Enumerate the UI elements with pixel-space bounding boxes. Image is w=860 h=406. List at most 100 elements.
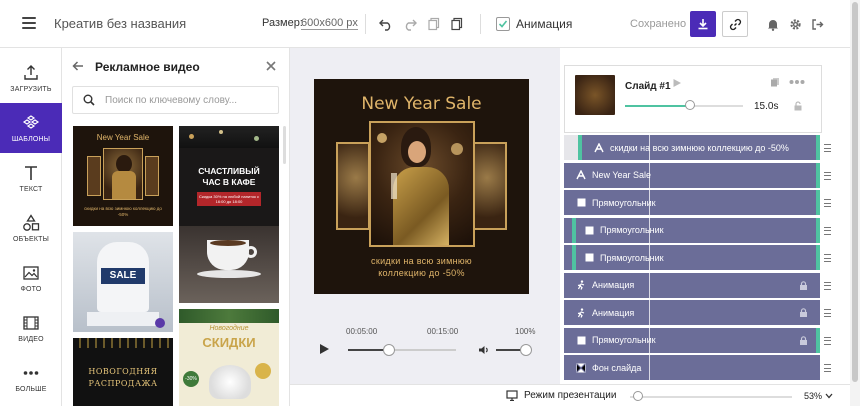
panel-scrollbar[interactable] [283, 126, 286, 164]
size-value[interactable]: 600x600 px [301, 17, 358, 30]
layer-label: New Year Sale [592, 170, 652, 180]
canvas-subtitle[interactable]: скидки на всю зимнюю коллекцию до -50% [314, 255, 529, 279]
document-title[interactable]: Креатив без названия [54, 16, 186, 31]
app-root: Креатив без названия Размер: 600x600 px … [0, 0, 860, 406]
rail-item-video[interactable]: ВИДЕО [0, 303, 62, 353]
rail-item-upload[interactable]: ЗАГРУЗИТЬ [0, 53, 62, 103]
redo-icon[interactable] [400, 14, 420, 34]
drag-handle-icon[interactable] [824, 364, 831, 372]
drag-handle-icon[interactable] [824, 281, 831, 290]
undo-icon[interactable] [376, 14, 396, 34]
template-new-year-sale-ru[interactable]: НОВОГОДНЯЯ РАСПРОДАЖА [73, 338, 173, 406]
layer-row-bg[interactable]: Фон слайда [564, 355, 820, 380]
page-scrollbar[interactable] [850, 0, 860, 406]
chevron-down-icon[interactable] [825, 393, 833, 399]
rail-item-more[interactable]: БОЛЬШЕ [0, 353, 62, 403]
template-new-year-discounts[interactable]: Новогодние СКИДКИ -30% [179, 309, 279, 406]
layer-row-rect[interactable]: Прямоугольник [564, 245, 820, 270]
lock-icon[interactable] [799, 280, 808, 292]
download-button[interactable] [690, 11, 716, 37]
page-scrollbar-thumb[interactable] [852, 2, 858, 382]
layer-timing-handle[interactable] [816, 135, 820, 160]
lock-icon[interactable] [799, 308, 808, 319]
layer-row-rect[interactable]: Прямоугольник [564, 217, 820, 243]
slide-thumbnail[interactable] [575, 75, 615, 115]
layer-row-text[interactable]: New Year Sale [564, 162, 820, 188]
layer-row-rect[interactable]: Прямоугольник [564, 190, 820, 215]
main-photo[interactable] [369, 121, 475, 247]
gear-icon[interactable] [785, 14, 805, 34]
unlock-icon[interactable] [793, 101, 803, 111]
duplicate-icon[interactable] [770, 77, 780, 87]
copy-icon[interactable] [424, 14, 444, 34]
slide-card[interactable]: Слайд #1 15.0s [564, 65, 822, 133]
layer-row-rect[interactable]: Прямоугольник [564, 327, 820, 353]
side-photo-right[interactable] [473, 142, 507, 230]
design-canvas[interactable]: New Year Sale скидки на всю зимнюю колле… [314, 79, 529, 294]
premium-badge-icon [155, 318, 165, 328]
volume-knob[interactable] [520, 344, 532, 356]
animation-label: Анимация [516, 17, 573, 31]
zoom-knob[interactable] [633, 391, 644, 401]
play-slide-icon[interactable] [672, 78, 682, 88]
template-sale[interactable]: SALE [73, 232, 173, 332]
layer-row-anim[interactable]: Анимация [564, 300, 820, 325]
drag-handle-icon[interactable] [824, 171, 831, 180]
layer-timing-handle[interactable] [572, 217, 576, 243]
animation-checkbox[interactable] [496, 17, 510, 31]
drag-handle-icon[interactable] [824, 336, 831, 345]
layer-timing-handle[interactable] [816, 190, 820, 215]
animation-icon [576, 307, 586, 318]
more-options-icon[interactable] [789, 79, 805, 85]
paste-icon[interactable] [447, 14, 467, 34]
layer-timing-handle[interactable] [816, 327, 820, 353]
share-link-button[interactable] [722, 11, 748, 37]
volume-icon[interactable] [478, 344, 490, 356]
lock-icon[interactable] [799, 335, 808, 347]
drag-handle-icon[interactable] [824, 144, 831, 152]
progress-knob[interactable] [383, 344, 396, 356]
side-photo-left[interactable] [336, 142, 370, 230]
rail-item-photo[interactable]: ФОТО [0, 253, 62, 303]
download-icon [698, 19, 708, 30]
layer-row-text[interactable]: скидки на всю зимнюю коллекцию до -50% [582, 135, 820, 160]
menu-icon[interactable] [22, 17, 36, 29]
search-input[interactable] [105, 92, 270, 108]
drag-handle-icon[interactable] [824, 199, 831, 207]
templates-icon [22, 114, 40, 129]
template-title-line: СКИДКИ [202, 335, 256, 350]
template-sparkles [73, 338, 173, 348]
layer-timing-handle[interactable] [816, 245, 820, 270]
template-coffee-cup[interactable] [179, 226, 279, 303]
template-badge: Скидка 30% на любой напиток с 16:00 до 1… [197, 192, 261, 206]
logout-icon[interactable] [807, 14, 827, 34]
layer-row-anim[interactable]: Анимация [564, 272, 820, 298]
template-happy-hour[interactable]: СЧАСТЛИВЫЙ ЧАС В КАФЕ Скидка 30% на любо… [179, 126, 279, 226]
play-icon[interactable] [318, 343, 330, 355]
tool-rail: ЗАГРУЗИТЬ ШАБЛОНЫ ТЕКСТ ОБЪЕКТЫ ФОТО ВИД… [0, 48, 62, 406]
drag-handle-icon[interactable] [824, 254, 831, 262]
presentation-mode-label[interactable]: Режим презентации [524, 390, 616, 401]
drag-handle-icon[interactable] [824, 226, 831, 235]
layer-timing-handle[interactable] [572, 245, 576, 270]
text-layer-icon [594, 142, 604, 153]
canvas-title[interactable]: New Year Sale [314, 94, 529, 114]
presentation-icon[interactable] [506, 390, 518, 401]
drag-handle-icon[interactable] [824, 309, 831, 317]
bell-icon[interactable] [763, 14, 783, 34]
rail-label: ШАБЛОНЫ [11, 135, 51, 143]
layer-timing-handle[interactable] [578, 135, 582, 160]
rail-item-templates[interactable]: ШАБЛОНЫ [0, 103, 62, 153]
zoom-track[interactable] [630, 396, 792, 398]
template-new-year-sale[interactable]: New Year Sale скидки на всю зимнюю колле… [73, 126, 173, 226]
close-icon[interactable] [265, 60, 277, 72]
rail-item-text[interactable]: ТЕКСТ [0, 153, 62, 203]
layer-timing-handle[interactable] [816, 217, 820, 243]
duration-knob[interactable] [684, 100, 695, 110]
link-icon [729, 18, 741, 30]
layer-timing-handle[interactable] [816, 162, 820, 188]
back-arrow-icon[interactable] [72, 60, 84, 72]
rail-item-objects[interactable]: ОБЪЕКТЫ [0, 203, 62, 253]
more-icon [23, 370, 39, 375]
timeline-playhead[interactable] [649, 135, 650, 382]
